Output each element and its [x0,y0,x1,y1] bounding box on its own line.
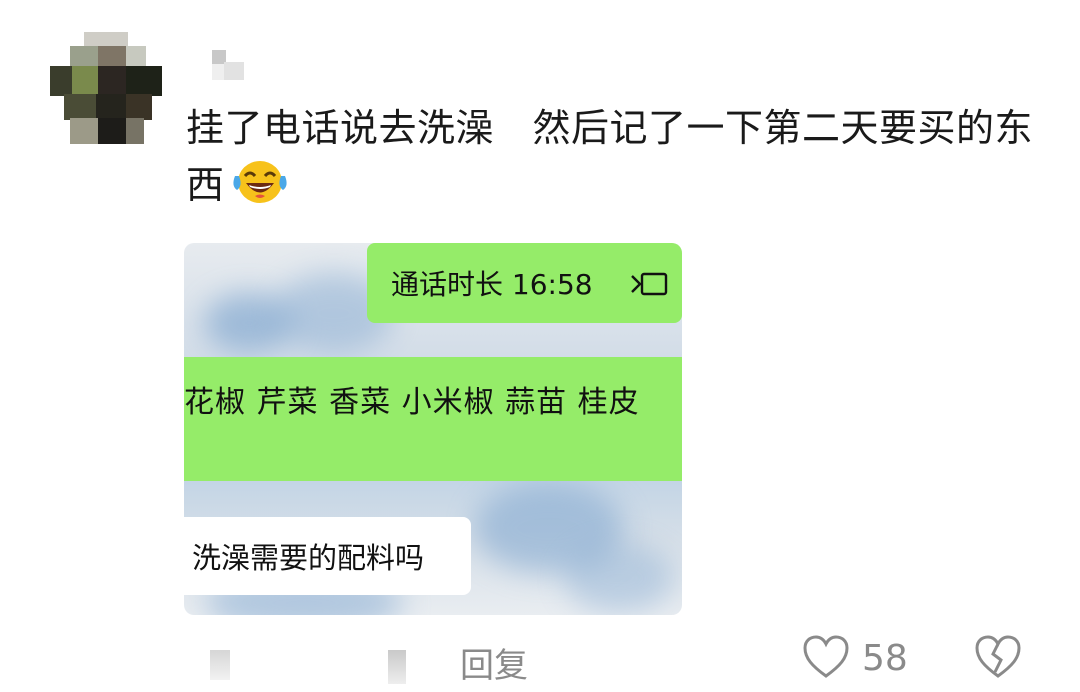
call-duration-text: 通话时长 16:58 [391,268,593,301]
reply-button[interactable]: 回复 [460,638,528,687]
username-redacted[interactable] [212,50,244,80]
like-count: 58 [862,638,908,679]
avatar[interactable] [50,32,162,144]
laughing-crying-emoji-icon [232,161,287,203]
reply-message-bubble[interactable]: 洗澡需要的配料吗 [184,517,471,595]
call-duration-bubble[interactable]: 通话时长 16:58 [367,243,682,323]
heart-outline-icon[interactable] [802,634,850,680]
comment-text: 挂了电话说去洗澡 然后记了一下第二天要买的东西 [186,100,1046,213]
shopping-list-text: 花椒 芹菜 香菜 小米椒 蒜苗 桂皮 [184,385,640,420]
attached-chat-screenshot[interactable]: 通话时长 16:58 花椒 芹菜 香菜 小米椒 蒜苗 桂皮 洗澡需要的配料吗 [184,243,682,615]
reply-message-text: 洗澡需要的配料吗 [192,541,425,575]
broken-heart-icon[interactable] [974,634,1022,680]
comment-body: 挂了电话说去洗澡 然后记了一下第二天要买的东西 [186,106,1034,207]
shopping-list-bubble[interactable]: 花椒 芹菜 香菜 小米椒 蒜苗 桂皮 [184,357,682,481]
location-redacted [388,650,406,684]
video-call-icon [631,272,668,296]
timestamp-redacted [210,650,230,680]
